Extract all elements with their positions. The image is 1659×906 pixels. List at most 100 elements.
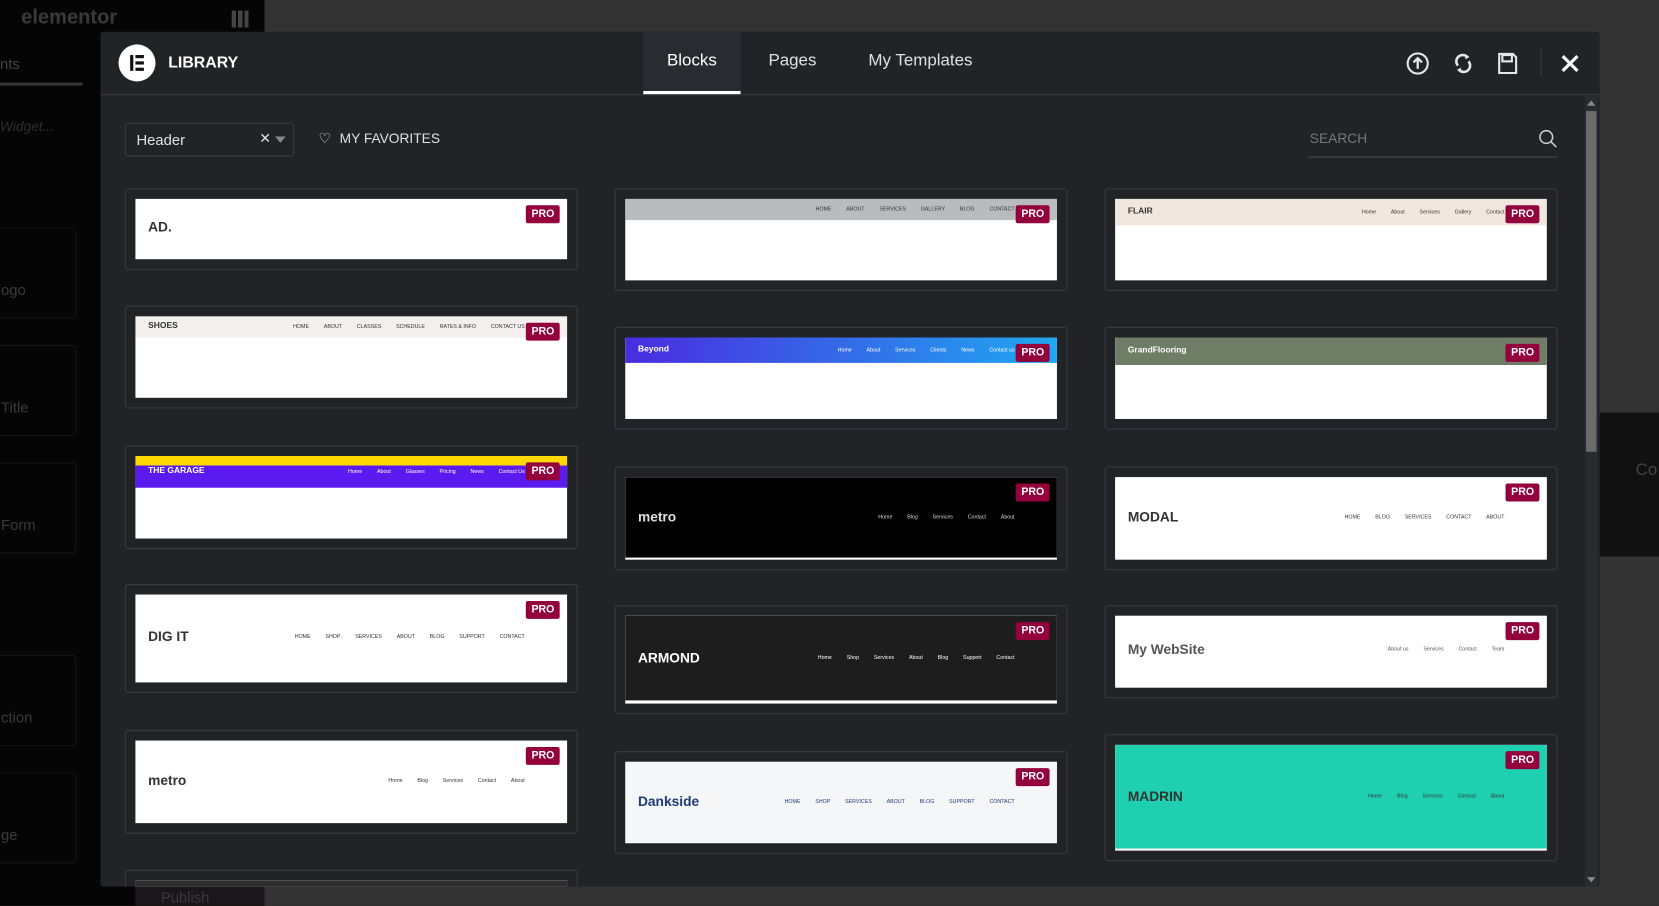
preview-nav: Home About Services Clients News Contact us [838, 347, 1015, 353]
preview-nav-item: ABOUT [396, 633, 415, 641]
preview-nav: Home Blog Services Contact About [1368, 794, 1504, 800]
pro-badge: PRO [1016, 768, 1050, 787]
elementor-logo: elementor [21, 6, 118, 29]
pro-badge: PRO [1016, 343, 1050, 362]
chevron-down-icon[interactable] [275, 136, 286, 143]
template-card[interactable]: DIG IT HOME SHOP SERVICES ABOUT BLOG SUPPORT CO… [124, 584, 578, 693]
preview-nav-item: Glasses [405, 468, 425, 476]
preview-nav-item: SERVICES [355, 633, 382, 641]
sync-icon[interactable] [1451, 51, 1476, 76]
template-preview: metro Home Blog Services Contact About PRO [625, 477, 1057, 560]
preview-nav-item: ABOUT [1486, 514, 1505, 521]
preview-nav: HOME BLOG SERVICES CONTACT ABOUT [1345, 514, 1505, 520]
preview-header-band [135, 880, 568, 887]
panel-tab-elements[interactable]: nts [0, 55, 20, 72]
pro-badge: PRO [526, 746, 560, 765]
tab-blocks[interactable]: Blocks [643, 31, 741, 95]
preview-nav-item: Pricing [439, 468, 456, 476]
template-card[interactable]: My WebSite About us Services Contact Team PRO [1104, 605, 1558, 699]
preview-nav-item: CONTACT [989, 798, 1015, 806]
my-favorites-button[interactable]: ♡ MY FAVORITES [318, 130, 440, 147]
preview-header-band [135, 198, 568, 258]
preview-nav-item: Blog [907, 514, 918, 521]
preview-nav-item: Contact [1458, 646, 1477, 653]
preview-nav-item: Home [817, 654, 832, 662]
preview-nav-item: SERVICES [845, 798, 872, 806]
template-card[interactable]: AD. PRO [124, 188, 578, 270]
canvas-section: Co [1599, 412, 1659, 557]
preview-nav-item: Contact [967, 514, 986, 521]
template-preview: HOME ABOUT SERVICES GALLERY BLOG CONTACT PRO [625, 198, 1057, 281]
scroll-down-icon[interactable] [1587, 877, 1596, 883]
publish-button[interactable]: Publish [135, 886, 265, 906]
preview-logo: THE GARAGE [148, 465, 205, 476]
template-card[interactable]: HOME ABOUT SERVICES GALLERY BLOG CONTACT PRO [614, 188, 1068, 291]
template-card[interactable]: metro Home Blog Services Contact About PRO [614, 466, 1068, 571]
pro-badge: PRO [1505, 483, 1540, 502]
pro-badge: PRO [526, 600, 560, 619]
preview-nav-item: HOME [293, 323, 309, 331]
preview-nav-item: About [1490, 793, 1505, 800]
preview-nav-item: Home [878, 514, 893, 521]
search-input[interactable] [1307, 129, 1524, 148]
tab-my-templates[interactable]: My Templates [854, 32, 987, 94]
pro-badge: PRO [1505, 751, 1540, 770]
preview-logo: metro [637, 508, 677, 525]
preview-nav-item: Home [388, 777, 403, 784]
pro-badge: PRO [1505, 622, 1540, 641]
save-icon[interactable] [1495, 51, 1520, 76]
template-preview: MADRIN Home Blog Services Contact About PRO [1115, 744, 1547, 851]
template-card[interactable]: SHOES HOME ABOUT CLASSES SCHEDULE RATES & INF… [124, 305, 578, 409]
preview-nav-item: SERVICES [879, 206, 906, 213]
search-icon[interactable] [1538, 129, 1557, 148]
template-card[interactable]: Beyond Home About Services Clients News Contac… [614, 326, 1068, 430]
preview-nav-item: CONTACT [989, 206, 1015, 213]
template-card[interactable]: FLAIR Home About Services Gallery Contact PRO [1104, 188, 1558, 291]
widget-search-input[interactable]: Widget... [0, 118, 54, 134]
preview-nav-item: Contact [996, 654, 1015, 662]
panel-tab-underline [0, 82, 83, 86]
widget-image[interactable]: ge [0, 772, 77, 864]
widget-logo[interactable]: ogo [0, 227, 77, 319]
apps-grid-icon[interactable] [231, 10, 249, 28]
preview-nav-item: SERVICES [1404, 514, 1432, 521]
scrollbar[interactable] [1584, 96, 1598, 887]
template-card[interactable]: MADRIN Home Blog Services Contact About PRO [1104, 734, 1558, 862]
preview-nav-item: News [961, 347, 975, 354]
preview-nav-item: About [510, 777, 525, 784]
preview-nav-item: ABOUT [846, 206, 865, 213]
preview-nav-item: GALLERY [920, 206, 946, 213]
template-card[interactable]: GrandFlooring PRO [1104, 326, 1558, 430]
preview-nav-item: HOME [294, 633, 311, 641]
widget-label: ogo [1, 281, 26, 299]
scroll-up-icon[interactable] [1587, 100, 1596, 106]
widget-section[interactable]: ction [0, 654, 77, 746]
preview-nav-item: Blog [937, 654, 949, 662]
template-preview: AD. PRO [135, 198, 568, 260]
close-icon[interactable] [1557, 51, 1582, 76]
preview-nav-item: BLOG [919, 798, 935, 806]
preview-nav-item: Home [1368, 793, 1383, 800]
template-card[interactable]: Dankside HOME SHOP SERVICES ABOUT BLOG SUPPORT… [614, 751, 1068, 854]
preview-nav-item: About [866, 347, 881, 354]
tab-pages[interactable]: Pages [751, 32, 834, 94]
preview-logo: SHOES [148, 320, 178, 331]
template-card[interactable]: THE GARAGE Home About Glasses Pricing News Con… [124, 445, 578, 550]
preview-nav-item: Gallery [1454, 208, 1472, 216]
preview-nav-item: Contact [477, 777, 497, 784]
preview-nav-item: Services [442, 777, 464, 784]
scrollbar-thumb[interactable] [1585, 111, 1597, 452]
clear-icon[interactable]: ✕ [259, 130, 271, 147]
template-card[interactable]: metro Home Blog Services Contact About PRO [124, 730, 578, 834]
preview-nav-item: HOME [1344, 514, 1361, 521]
pro-badge: PRO [1016, 622, 1050, 641]
widget-title[interactable]: Title [0, 344, 77, 436]
template-card[interactable]: ARMOND Home Shop Services About Blog Support Co… [614, 605, 1068, 715]
widget-form[interactable]: Form [0, 462, 77, 554]
template-card[interactable]: MODAL HOME BLOG SERVICES CONTACT ABOUT PRO [1104, 466, 1558, 571]
preview-nav-item: About [1390, 208, 1405, 216]
category-select[interactable]: Header ✕ [124, 122, 295, 157]
upload-icon[interactable] [1405, 51, 1430, 76]
preview-nav-item: About us [1387, 646, 1409, 653]
template-card[interactable] [124, 869, 578, 887]
